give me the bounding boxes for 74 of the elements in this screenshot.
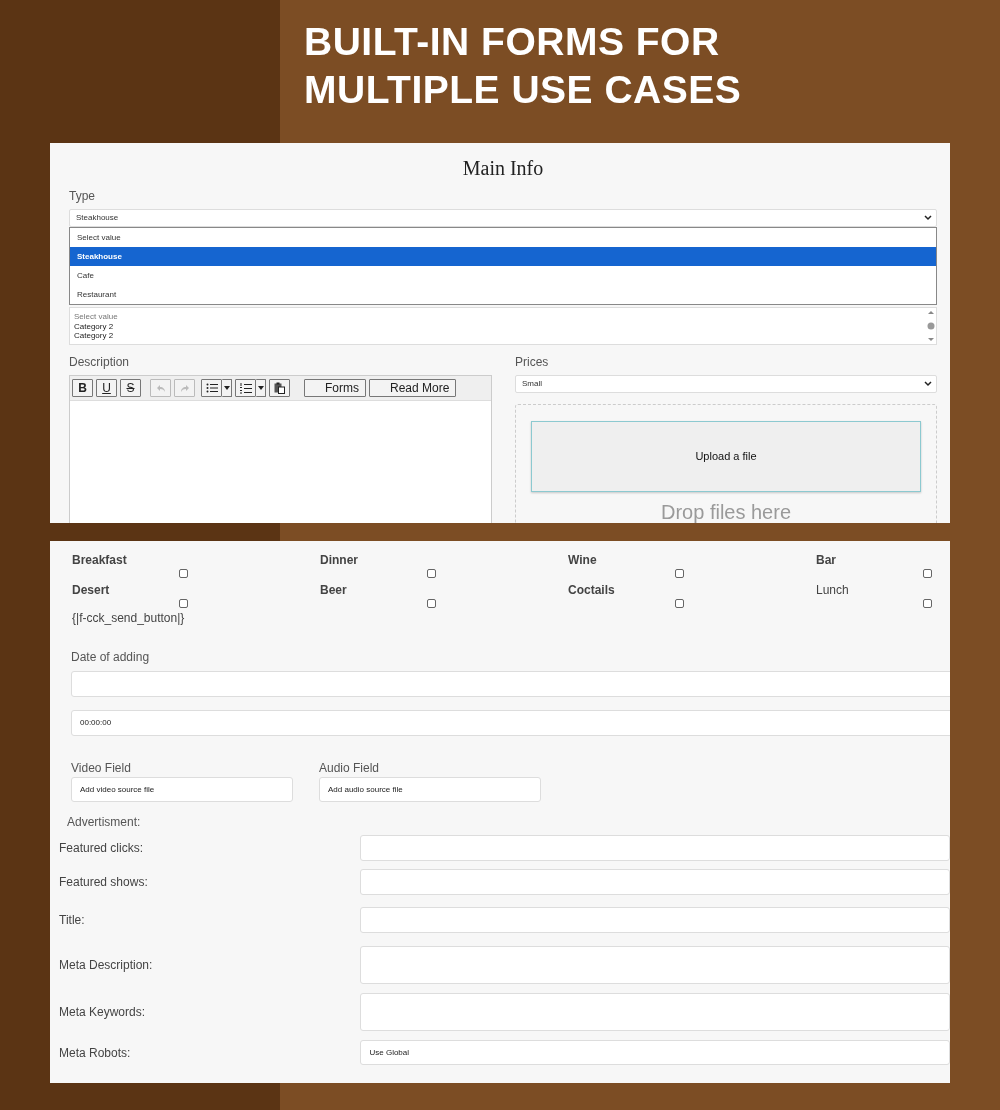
scrollbar-icon[interactable] bbox=[926, 308, 936, 344]
chevron-down-icon bbox=[924, 381, 932, 387]
file-drop-zone[interactable]: Upload a file Drop files here bbox=[515, 404, 937, 523]
checkbox-label: Beer bbox=[320, 582, 348, 599]
field-label: Meta Robots: bbox=[59, 1044, 132, 1062]
toolbar-button[interactable]: Read More bbox=[369, 379, 457, 397]
checkbox-label: Desert bbox=[72, 582, 111, 599]
toolbar-button[interactable]: Forms bbox=[304, 379, 366, 397]
checkbox-label: Wine bbox=[568, 552, 598, 569]
dropdown-option[interactable]: Cafe bbox=[70, 266, 936, 285]
media-source-field[interactable]: Add audio source file bbox=[319, 777, 541, 802]
field-label: Meta Keywords: bbox=[59, 1004, 147, 1021]
field-label: Meta Description: bbox=[59, 957, 154, 974]
rich-text-editor[interactable]: B U S Forms Read More bbox=[69, 375, 492, 523]
checkbox[interactable] bbox=[923, 569, 932, 578]
type-select[interactable]: Steakhouse bbox=[69, 209, 937, 227]
drop-hint: Drop files here bbox=[659, 500, 793, 523]
field-label: Video Field bbox=[71, 760, 132, 777]
field-label: Audio Field bbox=[319, 760, 381, 777]
robots-select[interactable]: Use Global bbox=[360, 1040, 950, 1065]
checkbox[interactable] bbox=[675, 569, 684, 578]
media-source-field[interactable]: Add video source file bbox=[71, 777, 293, 802]
category-listbox[interactable]: Select value Category 2 Category 2 bbox=[69, 307, 937, 345]
page-headline: BUILT-IN FORMS FOR MULTIPLE USE CASES bbox=[304, 19, 743, 113]
field-label: Prices bbox=[515, 354, 550, 371]
list-option[interactable]: Select value bbox=[74, 312, 922, 322]
upload-button[interactable]: Upload a file bbox=[531, 421, 921, 492]
dropdown-option[interactable]: Select value bbox=[70, 228, 936, 247]
time-field[interactable]: 00:00:00 bbox=[71, 710, 950, 736]
strikethrough-button[interactable]: S bbox=[120, 379, 141, 397]
dropdown-option[interactable]: Steakhouse bbox=[70, 247, 936, 266]
chevron-down-icon bbox=[924, 215, 932, 221]
date-field[interactable] bbox=[71, 671, 950, 697]
bold-button[interactable]: B bbox=[72, 379, 93, 397]
checkbox-label: Bar bbox=[816, 552, 837, 569]
input-field[interactable] bbox=[360, 835, 950, 861]
checkbox[interactable] bbox=[179, 569, 188, 578]
section-label: Advertisment: bbox=[66, 814, 142, 831]
field-label: Date of adding bbox=[71, 649, 151, 666]
checkbox-label: Breakfast bbox=[72, 552, 128, 569]
field-label: Title: bbox=[59, 912, 86, 929]
section-title: Main Info bbox=[461, 156, 545, 181]
field-label: Featured shows: bbox=[59, 874, 149, 891]
checkbox[interactable] bbox=[675, 599, 684, 608]
field-label: Type bbox=[69, 188, 96, 205]
underline-button[interactable]: U bbox=[96, 379, 117, 397]
undo-icon bbox=[155, 383, 166, 393]
input-field[interactable] bbox=[360, 907, 950, 933]
dropdown-toggle-button[interactable] bbox=[256, 379, 266, 397]
template-tag-text: {|f-cck_send_button|} bbox=[71, 610, 186, 627]
checkbox-label: Coctails bbox=[568, 582, 616, 599]
field-label: Description bbox=[69, 354, 131, 371]
caret-icon bbox=[257, 386, 264, 390]
input-field[interactable] bbox=[360, 869, 950, 895]
checkbox-label: Dinner bbox=[320, 552, 359, 569]
redo-icon bbox=[179, 383, 190, 393]
caret-icon bbox=[223, 386, 230, 390]
prices-select[interactable]: Small bbox=[515, 375, 937, 393]
numbered-list-button[interactable] bbox=[235, 379, 256, 397]
list-option[interactable]: Category 2 bbox=[74, 321, 922, 331]
bullet-list-button[interactable] bbox=[201, 379, 222, 397]
paste-button[interactable] bbox=[269, 379, 290, 397]
checkbox[interactable] bbox=[923, 599, 932, 608]
clipboard-icon bbox=[274, 382, 285, 394]
checkbox[interactable] bbox=[179, 599, 188, 608]
list-option[interactable]: Category 2 bbox=[74, 331, 922, 341]
dropdown-option[interactable]: Restaurant bbox=[70, 285, 936, 304]
dropdown-toggle-button[interactable] bbox=[222, 379, 232, 397]
numbered-list-icon bbox=[239, 382, 252, 394]
checkbox-label: Lunch bbox=[816, 582, 850, 599]
bullet-list-icon bbox=[205, 383, 218, 393]
checkbox[interactable] bbox=[427, 599, 436, 608]
checkbox[interactable] bbox=[427, 569, 436, 578]
field-label: Featured clicks: bbox=[59, 840, 145, 857]
